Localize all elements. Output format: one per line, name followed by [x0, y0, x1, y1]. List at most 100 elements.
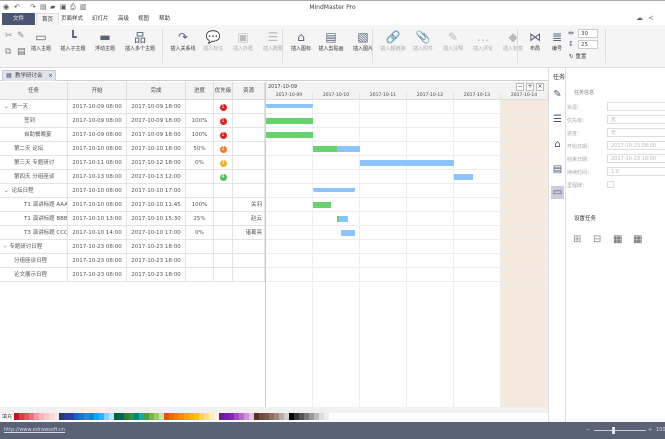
share-icon[interactable]: ≺: [648, 14, 654, 22]
ribbon-button[interactable]: ↷ 插入关系线: [168, 29, 198, 52]
column-header[interactable]: 开始: [68, 82, 127, 100]
summary-bar[interactable]: [266, 104, 313, 108]
tab-file[interactable]: 文件: [2, 13, 35, 25]
field-input[interactable]: [607, 102, 665, 111]
ribbon-button[interactable]: ▭ 插入主题: [26, 29, 56, 52]
ribbon-button[interactable]: ▧ 插入图片: [348, 29, 378, 52]
tab-page-style[interactable]: 页面样式: [56, 13, 88, 25]
progress-cell: [186, 268, 214, 282]
task-bar[interactable]: [266, 132, 313, 138]
table-row[interactable]: T1 演讲标题 BBB 2017-10-10 13:00 2017-10-10 15…: [0, 212, 265, 226]
format-painter-icon[interactable]: ✎: [17, 31, 25, 41]
ribbon-button[interactable]: 💬 插入标注: [198, 29, 228, 52]
outdent-task-icon[interactable]: ▦: [633, 234, 642, 245]
color-swatch[interactable]: [324, 413, 330, 420]
ribbon-button[interactable]: ▬ 浮动主题: [90, 29, 120, 52]
expand-toggle-icon[interactable]: ›: [4, 244, 6, 250]
tab-help[interactable]: 帮助: [154, 13, 175, 25]
ribbon-button[interactable]: ┗ 插入子主题: [58, 29, 88, 52]
ribbon-button[interactable]: … 插入评论: [468, 29, 498, 52]
outline-icon[interactable]: ☰: [551, 113, 564, 126]
cut-icon[interactable]: ✂: [5, 31, 13, 41]
column-header[interactable]: 进度: [186, 82, 214, 100]
field-input[interactable]: 2017-10-23 08:00: [607, 141, 665, 150]
clipart-icon[interactable]: ▤: [551, 163, 564, 176]
task-name: 专题研讨日程: [9, 244, 43, 250]
field-input[interactable]: 无: [607, 115, 665, 124]
table-row[interactable]: 第三天 专题研讨 2017-10-11 08:00 2017-10-12 18:00…: [0, 156, 265, 170]
field-label: 持续时间：: [567, 170, 593, 176]
document-tab[interactable]: ▦ 教学研讨会 ×: [2, 70, 56, 81]
tab-slides[interactable]: 幻灯片: [87, 13, 114, 25]
field-label: 进度：: [567, 131, 583, 137]
ribbon-button[interactable]: 品插入多个主题: [125, 29, 155, 53]
remove-task-icon[interactable]: ⊟: [593, 234, 601, 245]
task-bar[interactable]: [341, 230, 356, 236]
ribbon-button[interactable]: ▤ 插入剪贴画: [316, 29, 346, 52]
task-bar[interactable]: [313, 202, 331, 208]
ribbon-button[interactable]: 🔗 插入超链接: [378, 29, 408, 52]
priority-badge: 1: [219, 118, 227, 125]
column-header[interactable]: 资源: [233, 82, 265, 100]
ribbon-button[interactable]: ✎ 插入注释: [438, 29, 468, 52]
end-cell: 2017-10-10 17:00: [127, 184, 186, 198]
expand-toggle-icon[interactable]: ⌄: [4, 104, 9, 110]
ribbon-button[interactable]: 📎 插入附件: [408, 29, 438, 52]
table-row[interactable]: 分组座谈日程 2017-10-23 08:00 2017-10-23 18:00: [0, 254, 265, 268]
website-link[interactable]: http://www.edrawsoft.cn: [0, 427, 65, 433]
indent-task-icon[interactable]: ▦: [613, 234, 622, 245]
table-row[interactable]: ⌄ 论坛日程 2017-10-10 08:00 2017-10-10 17:00: [0, 184, 265, 198]
tab-advanced[interactable]: 高级: [113, 13, 134, 25]
table-row[interactable]: T3 演讲标题 CCC 2017-10-10 14:00 2017-10-10 17…: [0, 226, 265, 240]
format-icon[interactable]: ✎: [551, 88, 564, 101]
vertical-spacing-input[interactable]: 25: [578, 40, 598, 49]
zoom-out-icon[interactable]: −: [586, 422, 590, 439]
ribbon-button[interactable]: ⌂ 插入图标: [286, 29, 316, 52]
ribbon-button-label: 插入外框: [232, 46, 253, 52]
tab-view[interactable]: 视图: [133, 13, 154, 25]
task-bar[interactable]: [266, 118, 313, 124]
table-row[interactable]: ⌄ 第一天 2017-10-09 08:00 2017-10-09 18:00 1: [0, 100, 265, 114]
summary-bar[interactable]: [313, 188, 356, 192]
field-input[interactable]: 1.0: [607, 167, 665, 176]
field-label: 结束日期：: [567, 157, 593, 163]
progress-cell: [186, 254, 214, 268]
column-header[interactable]: 优先级: [214, 82, 233, 100]
paste-icon[interactable]: ▤: [17, 47, 26, 57]
ribbon-button[interactable]: ▣ 插入外框: [228, 29, 258, 52]
table-row[interactable]: 签到 2017-10-09 08:00 2017-10-09 18:00 100% 1: [0, 114, 265, 128]
close-gantt-button[interactable]: ×: [536, 83, 544, 91]
add-task-icon[interactable]: ⊞: [573, 234, 581, 245]
table-row[interactable]: 论文展示日程 2017-10-23 08:00 2017-10-23 18:00: [0, 268, 265, 282]
table-row[interactable]: 第二天 论坛 2017-10-10 08:00 2017-10-10 18:00 50…: [0, 142, 265, 156]
table-row[interactable]: › 专题研讨日程 2017-10-23 08:00 2017-10-23 18:00: [0, 240, 265, 254]
copy-icon[interactable]: ⧉: [5, 47, 11, 57]
task-bar[interactable]: [313, 146, 360, 152]
task-bar[interactable]: [360, 160, 454, 166]
zoom-out-button[interactable]: −: [516, 83, 524, 91]
cloud-icon[interactable]: ☁: [636, 14, 643, 22]
table-row[interactable]: 自助餐晚宴 2017-10-09 08:00 2017-10-09 18:00 100…: [0, 128, 265, 142]
gantt-top-header: 2017-10-09 − + ×: [266, 82, 548, 92]
task-bar[interactable]: [454, 174, 473, 180]
reset-button[interactable]: ↻ 重置: [569, 52, 586, 60]
close-tab-icon[interactable]: ×: [48, 73, 53, 79]
zoom-slider-handle[interactable]: [612, 427, 615, 434]
zoom-in-button[interactable]: +: [526, 83, 534, 91]
milestone-checkbox[interactable]: [607, 181, 614, 188]
field-input[interactable]: 无: [607, 128, 665, 137]
horizontal-spacing-input[interactable]: 30: [578, 29, 598, 38]
icon-library-icon[interactable]: ⌂: [551, 138, 564, 151]
zoom-slider[interactable]: [594, 430, 646, 431]
column-header[interactable]: 完成: [127, 82, 186, 100]
task-bar[interactable]: [336, 216, 349, 222]
field-input[interactable]: 2017-10-23 18:00: [607, 154, 665, 163]
expand-toggle-icon[interactable]: ⌄: [4, 188, 9, 194]
table-row[interactable]: 第四天 分组座谈 2017-10-13 08:00 2017-10-13 12:00…: [0, 170, 265, 184]
ribbon-button[interactable]: ☰ 插入概要: [258, 29, 288, 52]
zoom-in-icon[interactable]: +: [648, 422, 652, 439]
ribbon-button-icon: 💬: [205, 30, 221, 44]
task-icon[interactable]: ▭: [551, 186, 564, 199]
table-row[interactable]: T1 演讲标题 AAA 2017-10-10 08:00 2017-10-10 11…: [0, 198, 265, 212]
column-header[interactable]: 任务: [0, 82, 68, 100]
